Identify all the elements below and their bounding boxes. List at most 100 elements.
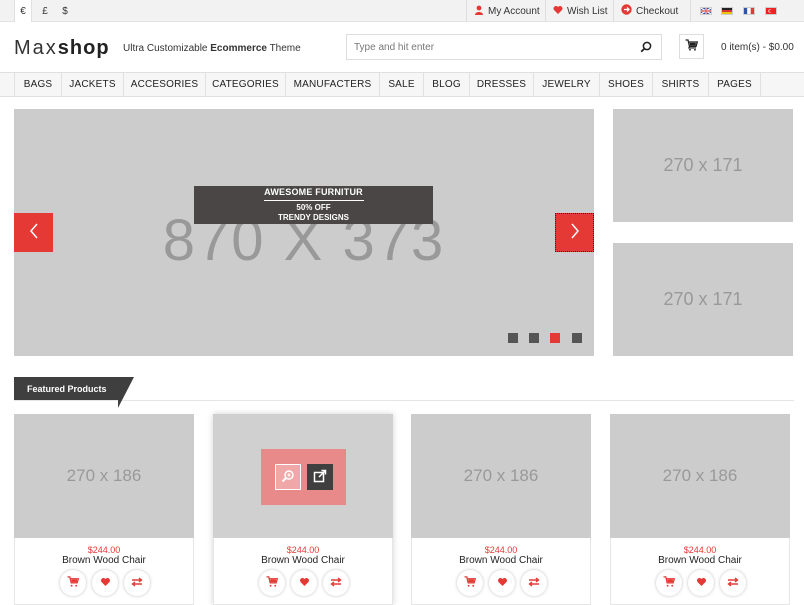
product-actions bbox=[656, 570, 746, 596]
nav-shirts[interactable]: SHIRTS bbox=[653, 73, 709, 96]
side-banner-top[interactable]: 270 x 171 bbox=[613, 109, 793, 222]
slider-dot[interactable] bbox=[529, 333, 539, 343]
product-link-button[interactable] bbox=[306, 464, 333, 490]
add-to-wishlist-button[interactable] bbox=[688, 570, 714, 596]
heart-icon bbox=[100, 577, 111, 590]
external-link-icon bbox=[313, 469, 327, 486]
hero-slider[interactable]: 870 X 373 AWESOME FURNITUR 50% OFF TREND… bbox=[14, 109, 594, 356]
search-box bbox=[346, 34, 662, 60]
slider-next-button[interactable] bbox=[555, 213, 594, 252]
add-to-cart-button[interactable] bbox=[60, 570, 86, 596]
product-card[interactable]: 270 x 186 $244.00 Brown Wood Chair bbox=[411, 414, 591, 605]
add-to-cart-button[interactable] bbox=[259, 570, 285, 596]
search-icon[interactable] bbox=[640, 41, 652, 53]
caption-discount: 50% OFF bbox=[296, 203, 331, 212]
slider-prev-button[interactable] bbox=[14, 213, 53, 252]
top-bar: € £ $ My Account Wish List Checkout bbox=[0, 0, 804, 22]
logo-text-shop: shop bbox=[57, 36, 110, 59]
nav-pages[interactable]: PAGES bbox=[709, 73, 761, 96]
tagline-bold: Ecommerce bbox=[210, 43, 267, 54]
logo-text-max: Max bbox=[14, 36, 58, 59]
nav-jewelry[interactable]: JEWELRY bbox=[534, 73, 600, 96]
compare-button[interactable] bbox=[521, 570, 547, 596]
caption-subtitle: TRENDY DESIGNS bbox=[278, 213, 349, 222]
add-to-wishlist-button[interactable] bbox=[291, 570, 317, 596]
compare-button[interactable] bbox=[323, 570, 349, 596]
tagline: Ultra Customizable Ecommerce Theme bbox=[123, 43, 301, 54]
caption-divider bbox=[263, 200, 364, 201]
nav-manufacters[interactable]: MANUFACTERS bbox=[286, 73, 380, 96]
checkout-link[interactable]: Checkout bbox=[613, 0, 678, 22]
compare-button[interactable] bbox=[720, 570, 746, 596]
add-to-cart-button[interactable] bbox=[656, 570, 682, 596]
quick-view-button[interactable] bbox=[274, 464, 301, 490]
product-actions bbox=[457, 570, 547, 596]
product-name[interactable]: Brown Wood Chair bbox=[412, 555, 590, 566]
flag-french-icon[interactable] bbox=[743, 7, 755, 15]
cart-icon bbox=[685, 39, 699, 54]
nav-accesories[interactable]: ACCESORIES bbox=[124, 73, 206, 96]
chevron-left-icon bbox=[29, 223, 39, 242]
side-banner-bottom[interactable]: 270 x 171 bbox=[613, 243, 793, 356]
product-image[interactable]: 270 x 186 bbox=[14, 414, 194, 538]
product-image[interactable]: 270 x 186 bbox=[610, 414, 790, 538]
slider-dot[interactable] bbox=[572, 333, 582, 343]
compare-icon bbox=[727, 576, 739, 590]
add-to-wishlist-button[interactable] bbox=[92, 570, 118, 596]
product-card[interactable]: 270 x 186 $244.00 Brown Wood Chair bbox=[610, 414, 790, 605]
nav-dresses[interactable]: DRESSES bbox=[470, 73, 534, 96]
product-name[interactable]: Brown Wood Chair bbox=[214, 555, 392, 566]
compare-icon bbox=[131, 576, 143, 590]
cart-icon bbox=[67, 576, 80, 590]
compare-button[interactable] bbox=[124, 570, 150, 596]
product-name[interactable]: Brown Wood Chair bbox=[15, 555, 193, 566]
product-card[interactable]: 270 x 186 $244.00 Brown Wood Chair bbox=[14, 414, 194, 605]
featured-tab-fold bbox=[118, 400, 132, 408]
slider-caption: AWESOME FURNITUR 50% OFF TRENDY DESIGNS bbox=[194, 186, 433, 224]
add-to-wishlist-button[interactable] bbox=[489, 570, 515, 596]
product-card-hovered[interactable]: $244.00 Brown Wood Chair bbox=[213, 414, 393, 605]
flag-english-icon[interactable] bbox=[700, 7, 712, 15]
nav-sale[interactable]: SALE bbox=[380, 73, 424, 96]
wish-list-link[interactable]: Wish List bbox=[545, 0, 608, 22]
logo[interactable]: Max shop bbox=[14, 36, 110, 60]
search-input[interactable] bbox=[347, 35, 627, 59]
cart-button[interactable] bbox=[679, 34, 704, 59]
nav-blog[interactable]: BLOG bbox=[424, 73, 470, 96]
product-actions bbox=[259, 570, 349, 596]
add-to-cart-button[interactable] bbox=[457, 570, 483, 596]
nav-jackets[interactable]: JACKETS bbox=[62, 73, 124, 96]
currency-pound[interactable]: £ bbox=[36, 0, 54, 22]
cart-icon bbox=[663, 576, 676, 590]
currency-euro[interactable]: € bbox=[14, 0, 32, 22]
heart-icon bbox=[299, 577, 310, 590]
wish-list-label: Wish List bbox=[567, 5, 608, 17]
chevron-right-icon bbox=[570, 223, 580, 242]
main-nav: BAGS JACKETS ACCESORIES CATEGORIES MANUF… bbox=[0, 72, 804, 97]
product-price: $244.00 bbox=[484, 545, 518, 555]
heart-icon bbox=[553, 5, 563, 18]
heart-icon bbox=[696, 577, 707, 590]
tagline-pre: Ultra Customizable bbox=[123, 43, 208, 54]
cart-summary[interactable]: 0 item(s) - $0.00 bbox=[721, 42, 794, 53]
caption-title: AWESOME FURNITUR bbox=[264, 187, 363, 197]
slider-dot-active[interactable] bbox=[550, 333, 560, 343]
product-name[interactable]: Brown Wood Chair bbox=[611, 555, 789, 566]
heart-icon bbox=[497, 577, 508, 590]
currency-dollar[interactable]: $ bbox=[56, 0, 74, 22]
my-account-link[interactable]: My Account bbox=[466, 0, 540, 22]
flag-german-icon[interactable] bbox=[721, 7, 733, 15]
product-price: $244.00 bbox=[87, 545, 121, 555]
zoom-icon bbox=[281, 469, 295, 486]
checkout-label: Checkout bbox=[636, 5, 679, 17]
slider-dot[interactable] bbox=[508, 333, 518, 343]
product-hover-overlay bbox=[261, 449, 346, 505]
product-image[interactable]: 270 x 186 bbox=[411, 414, 591, 538]
nav-bags[interactable]: BAGS bbox=[14, 73, 62, 96]
nav-shoes[interactable]: SHOES bbox=[600, 73, 653, 96]
flag-turkish-icon[interactable] bbox=[765, 7, 777, 15]
nav-categories[interactable]: CATEGORIES bbox=[206, 73, 286, 96]
product-actions bbox=[60, 570, 150, 596]
cart-icon bbox=[266, 576, 279, 590]
compare-icon bbox=[330, 576, 342, 590]
